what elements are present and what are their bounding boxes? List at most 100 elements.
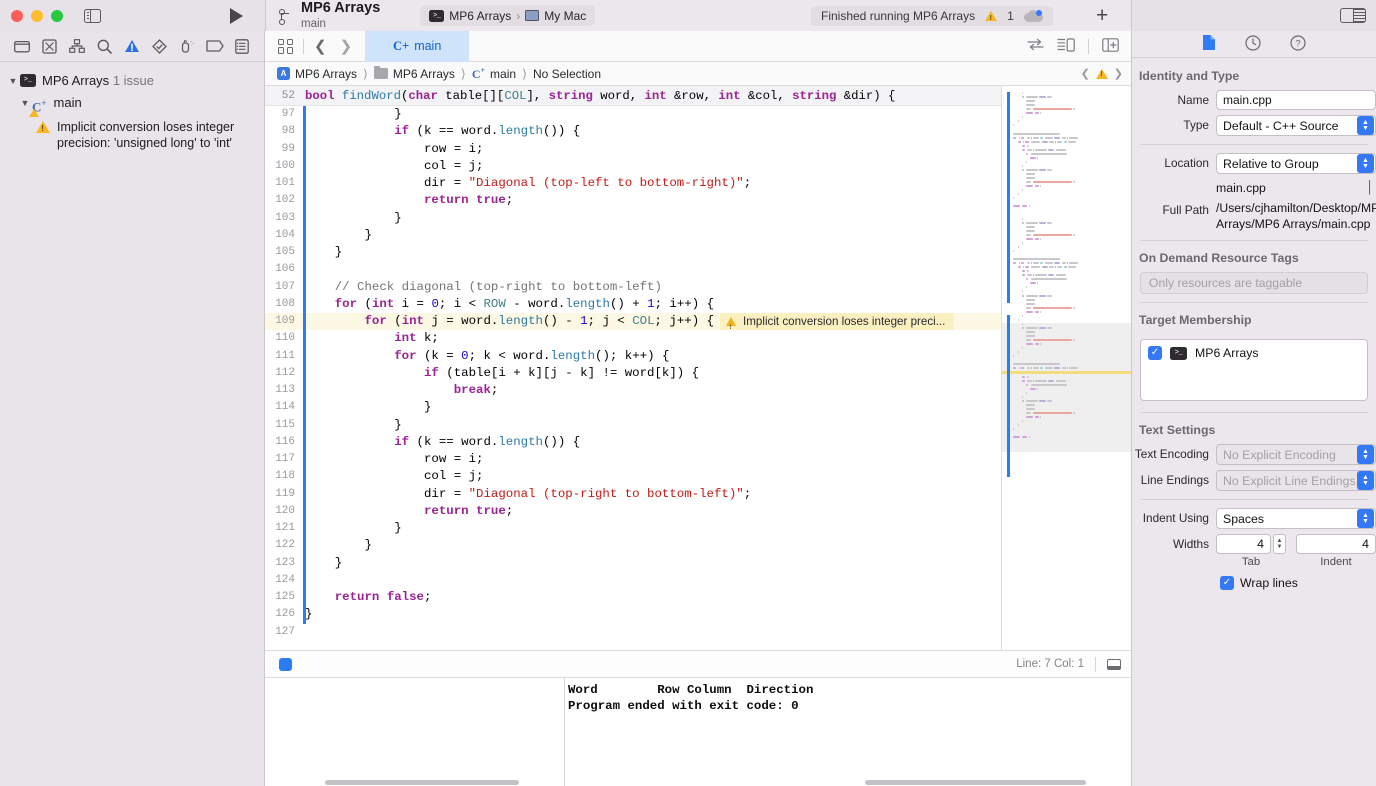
nav-tab-debug-navigator[interactable]	[177, 37, 197, 55]
nav-tab-breakpoint-navigator[interactable]	[205, 37, 225, 55]
encoding-popup[interactable]: No Explicit Encoding ▲ ▼	[1216, 444, 1376, 465]
target-checkbox[interactable]: ✓	[1148, 346, 1162, 360]
warning-icon[interactable]	[985, 10, 998, 22]
code-line[interactable]: 111 for (k = 0; k < word.length(); k++) …	[265, 347, 1001, 365]
nav-tab-test-navigator[interactable]	[150, 37, 170, 55]
console-output[interactable]: Word Row Column Direction Program ended …	[565, 678, 1131, 786]
location-popup[interactable]: Relative to Group ▲ ▼	[1216, 153, 1376, 174]
code-line[interactable]: 103 }	[265, 209, 1001, 227]
nav-tab-find-navigator[interactable]	[94, 37, 114, 55]
code-line[interactable]: 107 // Check diagonal (top-right to bott…	[265, 278, 1001, 296]
code-line[interactable]: 98 if (k == word.length()) {	[265, 123, 1001, 141]
code-review-icon[interactable]	[1027, 38, 1044, 54]
code-line[interactable]: 100 col = j;	[265, 157, 1001, 175]
scheme-destination-chip[interactable]: >_ MP6 Arrays › My Mac	[420, 5, 596, 26]
code-line[interactable]: 117 row = i;	[265, 451, 1001, 469]
run-button[interactable]	[230, 7, 243, 24]
code-line[interactable]: 116 if (k == word.length()) {	[265, 433, 1001, 451]
code-line[interactable]: 125 return false;	[265, 589, 1001, 607]
next-issue-button[interactable]: ❯	[1114, 67, 1123, 80]
code-line[interactable]: 108 for (int i = 0; i < ROW - word.lengt…	[265, 295, 1001, 313]
minimize-window-button[interactable]	[31, 9, 43, 22]
code-line[interactable]: 104 }	[265, 226, 1001, 244]
code-line[interactable]: 123 }	[265, 554, 1001, 572]
toggle-navigator-icon[interactable]	[84, 8, 101, 23]
minimap-viewport[interactable]	[1002, 322, 1131, 453]
scheme-info[interactable]: MP6 Arrays main	[301, 1, 380, 30]
variables-horizontal-scrollbar[interactable]	[325, 780, 519, 785]
issue-group-project[interactable]: ▼ >_ MP6 Arrays 1 issue	[0, 70, 264, 92]
choose-file-icon[interactable]: │	[1367, 180, 1376, 194]
history-inspector-icon[interactable]	[1245, 34, 1261, 54]
code-line[interactable]: 102 return true;	[265, 192, 1001, 210]
issue-item[interactable]: Implicit conversion loses integer precis…	[0, 117, 264, 153]
add-editor-button[interactable]: +	[1096, 5, 1108, 26]
target-membership-list[interactable]: ✓ >_ MP6 Arrays	[1140, 339, 1368, 401]
go-back-button[interactable]: ❮	[314, 37, 327, 55]
type-popup[interactable]: Default - C++ Source ▲ ▼	[1216, 115, 1376, 136]
breadcrumb-item-3[interactable]: No Selection	[533, 67, 601, 81]
indent-width-input[interactable]: 4	[1296, 534, 1376, 554]
code-line[interactable]: 109 for (int j = word.length() - 1; j < …	[265, 313, 1001, 336]
code-line[interactable]: 97 }	[265, 106, 1001, 124]
wrap-lines-row[interactable]: ✓ Wrap lines	[1132, 576, 1376, 590]
code-line[interactable]: 113 break;	[265, 382, 1001, 400]
code-minimap[interactable]	[1001, 86, 1131, 650]
editor-tab-main[interactable]: C+ main	[365, 30, 470, 62]
code-line[interactable]: 127	[265, 624, 1001, 641]
code-line[interactable]: 118 col = j;	[265, 468, 1001, 486]
code-line[interactable]: 110 int k;	[265, 330, 1001, 348]
quick-help-inspector-icon[interactable]: ?	[1290, 34, 1306, 54]
nav-tab-issue-navigator[interactable]	[122, 37, 142, 55]
code-line[interactable]: 115 }	[265, 416, 1001, 434]
previous-issue-button[interactable]: ❮	[1081, 67, 1090, 80]
destination-label: My Mac	[544, 8, 587, 23]
indent-using-popup[interactable]: Spaces ▲ ▼	[1216, 508, 1376, 529]
code-line[interactable]: 124	[265, 571, 1001, 589]
tab-width-input[interactable]: 4	[1216, 534, 1271, 554]
line-endings-popup[interactable]: No Explicit Line Endings ▲ ▼	[1216, 470, 1376, 491]
nav-tab-report-navigator[interactable]	[232, 37, 252, 55]
code-line[interactable]: 105 }	[265, 244, 1001, 262]
code-line[interactable]: 112 if (table[i + k][j - k] != word[k]) …	[265, 364, 1001, 382]
code-line[interactable]: 122 }	[265, 537, 1001, 555]
go-forward-button[interactable]: ❯	[340, 37, 353, 55]
code-line[interactable]: 120 return true;	[265, 502, 1001, 520]
file-inspector-icon[interactable]	[1202, 34, 1216, 54]
zoom-window-button[interactable]	[51, 9, 63, 22]
odrt-field[interactable]: Only resources are taggable	[1140, 272, 1368, 294]
traffic-lights[interactable]	[11, 9, 63, 22]
code-line[interactable]: 121 }	[265, 520, 1001, 538]
wrap-lines-checkbox[interactable]: ✓	[1220, 576, 1234, 590]
code-line[interactable]: 99 row = i;	[265, 140, 1001, 158]
inline-warning-badge[interactable]: Implicit conversion loses integer preci.…	[720, 313, 955, 336]
name-input[interactable]: main.cpp	[1216, 90, 1376, 110]
cloud-sync-icon[interactable]	[1023, 9, 1043, 22]
breadcrumb-item-1[interactable]: MP6 Arrays	[393, 67, 455, 81]
breadcrumb-item-0[interactable]: MP6 Arrays	[295, 67, 357, 81]
code-line[interactable]: 106	[265, 261, 1001, 279]
tab-width-stepper[interactable]: ▲ ▼	[1273, 534, 1286, 554]
add-editor-split-icon[interactable]	[1102, 37, 1119, 55]
console-horizontal-scrollbar[interactable]	[865, 780, 1086, 785]
issue-group-file[interactable]: ▼ C+ main	[0, 92, 264, 118]
toggle-inspector-icon[interactable]	[1340, 8, 1366, 23]
code-line[interactable]: 126}	[265, 606, 1001, 624]
code-line[interactable]: 114 }	[265, 399, 1001, 417]
code-lines-container[interactable]: 97 } 98 if (k == word.length()) {99 row =…	[265, 106, 1001, 650]
target-membership-item[interactable]: ✓ >_ MP6 Arrays	[1148, 346, 1360, 360]
nav-tab-project-navigator[interactable]	[12, 37, 32, 55]
toggle-debug-area-icon[interactable]	[279, 657, 292, 671]
code-line[interactable]: 101 dir = "Diagonal (top-left to bottom-…	[265, 175, 1001, 193]
chevron-down-icon[interactable]: ▼	[6, 71, 20, 91]
editor-layout-icon[interactable]	[1057, 37, 1075, 55]
nav-tab-symbol-navigator[interactable]	[67, 37, 87, 55]
toggle-console-icon[interactable]	[1107, 658, 1121, 670]
source-code-area[interactable]: 52 bool findWord(char table[][COL], stri…	[265, 86, 1001, 650]
code-line[interactable]: 119 dir = "Diagonal (top-right to bottom…	[265, 485, 1001, 503]
variables-view[interactable]	[265, 678, 565, 786]
editor-options-icon[interactable]	[278, 38, 293, 54]
breadcrumb-item-2[interactable]: main	[490, 67, 516, 81]
nav-tab-source-control-navigator[interactable]	[39, 37, 59, 55]
close-window-button[interactable]	[11, 9, 23, 22]
